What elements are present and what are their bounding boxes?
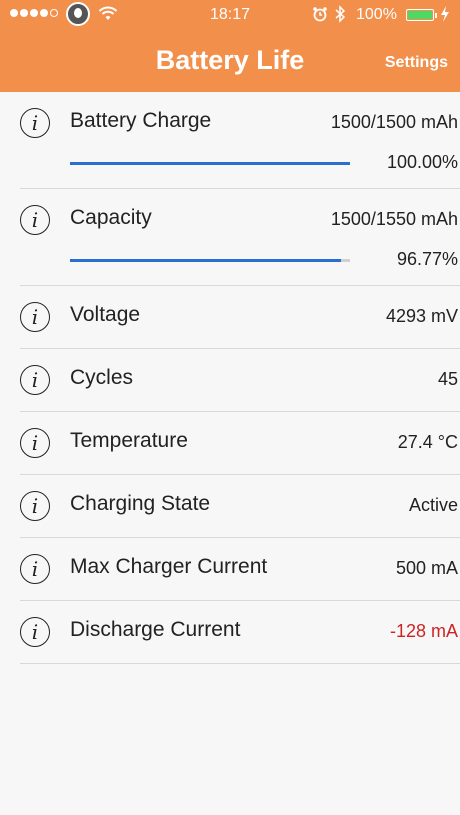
row-value: 500 mA [395,558,458,578]
list-item-max-charger-current: i Max Charger Current 500 mA [20,538,460,601]
list-item-capacity: i Capacity 1500/1550 mAh 96.77% [20,189,460,286]
list-item-cycles: i Cycles 45 [20,349,460,412]
row-value: 27.4 °C [397,432,458,452]
info-icon[interactable]: i [20,428,50,458]
row-label: Max Charger Current [70,555,268,578]
row-label: Discharge Current [70,618,241,641]
progress-fill [70,259,341,262]
settings-button[interactable]: Settings [385,54,448,72]
list-item-battery-charge: i Battery Charge 1500/1500 mAh 100.00% [20,92,460,189]
info-icon[interactable]: i [20,554,50,584]
row-value: 4293 mV [385,306,458,326]
row-label: Capacity [70,206,152,229]
info-icon[interactable]: i [20,205,50,235]
info-icon[interactable]: i [20,302,50,332]
info-icon[interactable]: i [20,617,50,647]
info-icon[interactable]: i [20,108,50,138]
row-label: Cycles [70,366,134,389]
battery-info-list: i Battery Charge 1500/1500 mAh 100.00% i… [0,92,460,664]
row-label: Charging State [70,492,211,515]
list-item-voltage: i Voltage 4293 mV [20,286,460,349]
bluetooth-icon [335,5,346,23]
row-percent: 100.00% [386,152,458,172]
row-value: 45 [437,369,458,389]
header-bar: 18:17 100% Battery Life Settings [0,0,460,92]
battery-charge-progress-bar [70,162,350,165]
alarm-icon [313,7,327,22]
row-value: 1500/1550 mAh [330,209,458,229]
row-label: Voltage [70,303,141,326]
list-item-charging-state: i Charging State Active [20,475,460,538]
row-percent: 96.77% [396,249,458,269]
row-value: Active [408,495,458,515]
list-item-discharge-current: i Discharge Current -128 mA [20,601,460,664]
battery-icon [406,9,437,21]
progress-fill [70,162,350,165]
row-label: Temperature [70,429,188,452]
status-bar: 18:17 100% [0,0,460,30]
capacity-progress-bar [70,259,350,262]
status-battery-percent: 100% [356,6,397,23]
row-label: Battery Charge [70,109,212,132]
charging-bolt-icon [441,6,449,22]
row-value: -128 mA [389,621,458,641]
list-item-temperature: i Temperature 27.4 °C [20,412,460,475]
row-value: 1500/1500 mAh [330,112,458,132]
info-icon[interactable]: i [20,365,50,395]
info-icon[interactable]: i [20,491,50,521]
